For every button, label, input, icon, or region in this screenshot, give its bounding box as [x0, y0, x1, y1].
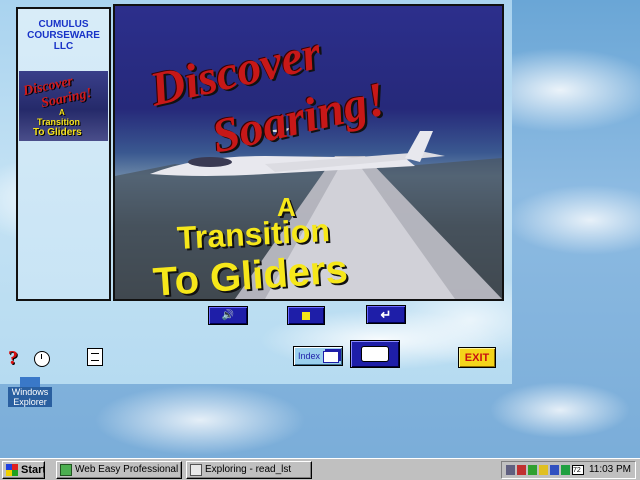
- tray-check-icon[interactable]: [561, 465, 570, 475]
- taskbar-item-exploring[interactable]: Exploring - read_lst: [186, 461, 312, 479]
- tray-app-icon[interactable]: [528, 465, 537, 475]
- pointing-hand-icon: [361, 346, 389, 362]
- tray-app-icon[interactable]: [539, 465, 548, 475]
- tray-app-icon[interactable]: [550, 465, 559, 475]
- courseware-window: CUMULUS COURSEWARE LLC Discover Soaring!…: [0, 0, 512, 384]
- taskbar-clock[interactable]: 11:03 PM: [589, 464, 631, 475]
- system-tray: 72 11:03 PM: [501, 461, 636, 479]
- stop-icon: [302, 311, 310, 320]
- course-thumbnail[interactable]: Discover Soaring! A Transition To Glider…: [19, 71, 108, 141]
- exit-button[interactable]: EXIT: [458, 347, 496, 368]
- help-icon[interactable]: ?: [8, 347, 24, 369]
- thumb-sub-transition: Transition: [37, 117, 81, 127]
- windows-logo-icon: [6, 464, 18, 476]
- task-label: Web Easy Professional - [r...: [75, 464, 181, 475]
- left-panel: CUMULUS COURSEWARE LLC Discover Soaring!…: [16, 7, 111, 301]
- sound-button[interactable]: 🔊: [208, 306, 248, 325]
- magnifier-icon: [190, 464, 202, 476]
- start-label: Start: [21, 464, 45, 476]
- company-name: CUMULUS COURSEWARE LLC: [27, 19, 100, 52]
- taskbar: Start Web Easy Professional - [r... Expl…: [0, 458, 640, 480]
- title-image: Discover Soaring! A Transition To Glider…: [113, 4, 504, 301]
- index-button[interactable]: Index: [293, 346, 343, 366]
- web-easy-icon: [60, 464, 72, 476]
- index-label: Index: [298, 351, 321, 361]
- windows-explorer-desktop-icon[interactable]: Windows Explorer: [8, 377, 52, 407]
- network-icon[interactable]: [506, 465, 515, 475]
- thumb-sub-gliders: To Gliders: [33, 127, 82, 138]
- tray-app-icon[interactable]: [517, 465, 526, 475]
- clock-icon[interactable]: [34, 351, 50, 367]
- calendar-icon[interactable]: 72: [572, 465, 584, 475]
- speaker-icon: 🔊: [221, 310, 235, 321]
- stop-button[interactable]: [287, 306, 325, 325]
- taskbar-item-web-easy[interactable]: Web Easy Professional - [r...: [56, 461, 182, 479]
- return-button[interactable]: ↵: [366, 305, 406, 324]
- pages-icon: [323, 351, 339, 363]
- pointer-hand-button[interactable]: [350, 340, 400, 368]
- task-label: Exploring - read_lst: [205, 464, 292, 475]
- explorer-icon: [20, 377, 40, 387]
- return-arrow-icon: ↵: [380, 306, 392, 322]
- start-button[interactable]: Start: [2, 461, 45, 479]
- desktop-screen: CUMULUS COURSEWARE LLC Discover Soaring!…: [0, 0, 640, 480]
- thumb-sub-a: A: [59, 108, 65, 117]
- notepad-icon[interactable]: [87, 348, 103, 366]
- desktop-icon-label: Windows Explorer: [8, 387, 52, 407]
